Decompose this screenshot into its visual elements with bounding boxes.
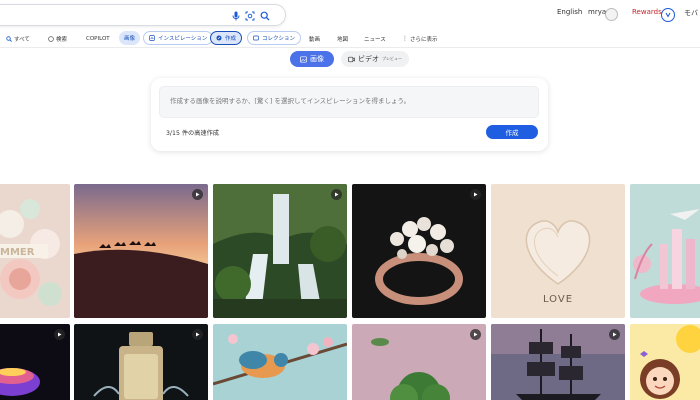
search-icon <box>6 35 12 42</box>
tab-more-label: さらに表示 <box>410 36 438 43</box>
tab-maps[interactable]: 地図 <box>337 32 348 45</box>
tab-videos[interactable]: 動画 <box>309 32 320 45</box>
tab-inspiration-label: インスピレーション <box>158 36 208 42</box>
tab-copilot-label: COPILOT <box>86 35 110 42</box>
rewards-link[interactable]: Rewards <box>632 8 662 16</box>
tab-maps-label: 地図 <box>337 36 349 43</box>
tab-news[interactable]: ニュース <box>364 32 386 45</box>
image-creator-page: English mrya Rewards モバ すべて 検索 COPILOT 画… <box>0 0 700 400</box>
tab-collections-label: コレクション <box>262 36 296 42</box>
tab-search-label: 検索 <box>56 36 68 43</box>
play-icon[interactable] <box>192 329 203 340</box>
tab-create-label: 作成 <box>225 36 237 42</box>
play-icon[interactable] <box>192 189 203 200</box>
gallery-tile-paper-heart[interactable]: LOVE <box>491 184 625 318</box>
prompt-input[interactable]: 作成する画像を説明するか、[驚く] を選択してインスピレーションを得ましょう。 <box>159 86 539 118</box>
tab-inspiration[interactable]: インスピレーション <box>143 31 214 45</box>
flower-collage-image: MMER <box>0 184 70 318</box>
image-mode-label: 画像 <box>310 55 324 63</box>
boost-counter: 3/15 件の高速作成 <box>166 130 219 137</box>
svg-text:MMER: MMER <box>0 247 35 258</box>
more-icon: ⋮ <box>402 35 408 42</box>
pearl-ring-image <box>352 184 486 318</box>
play-icon[interactable] <box>54 329 65 340</box>
play-icon[interactable] <box>470 189 481 200</box>
gallery-tile-pink-city[interactable] <box>630 184 700 318</box>
collection-icon <box>253 35 259 41</box>
gallery-tile-glowing-glass[interactable] <box>0 324 70 400</box>
cartoon-girl-image <box>630 324 700 400</box>
avatar-icon[interactable] <box>605 8 618 21</box>
gallery-tile-pirate-ship[interactable] <box>491 324 625 400</box>
love-caption: LOVE <box>543 294 573 305</box>
play-icon[interactable] <box>470 329 481 340</box>
inspiration-icon <box>149 35 155 41</box>
gallery-tile-pearl-ring[interactable] <box>352 184 486 318</box>
bird-blossom-image <box>213 324 347 400</box>
preview-tag: プレビュー <box>382 56 402 61</box>
visual-search-icon[interactable] <box>243 9 257 23</box>
pink-city-image <box>630 184 700 318</box>
gallery-tile-desert-camels[interactable] <box>74 184 208 318</box>
tab-news-label: ニュース <box>364 36 386 43</box>
floating-island-image <box>352 324 486 400</box>
play-icon[interactable] <box>331 189 342 200</box>
tab-videos-label: 動画 <box>309 36 321 43</box>
create-button[interactable]: 作成 <box>486 125 538 139</box>
video-mode-button[interactable]: ビデオ プレビュー <box>341 51 409 67</box>
tab-collections[interactable]: コレクション <box>247 31 302 45</box>
language-link[interactable]: English <box>557 8 582 16</box>
gallery-tile-waterfall[interactable] <box>213 184 347 318</box>
nav-divider <box>0 47 700 48</box>
top-bar: English mrya Rewards モバ <box>0 0 700 30</box>
scope-nav: すべて 検索 COPILOT 画像 インスピレーション 作成 コレクション 動画… <box>0 30 700 46</box>
gallery-tile-cartoon-girl[interactable] <box>630 324 700 400</box>
desert-camels-image <box>74 184 208 318</box>
tab-images-label: 画像 <box>124 36 136 42</box>
user-name[interactable]: mrya <box>588 8 606 16</box>
gallery-tile-perfume-bottle[interactable] <box>74 324 208 400</box>
video-icon <box>348 56 355 62</box>
tab-search[interactable]: 検索 <box>48 32 67 45</box>
tab-all[interactable]: すべて <box>6 32 30 45</box>
chat-icon <box>48 35 54 42</box>
waterfall-image <box>213 184 347 318</box>
image-icon <box>300 55 307 63</box>
tab-images[interactable]: 画像 <box>119 31 141 45</box>
mobile-link[interactable]: モバ <box>684 8 698 18</box>
tab-more[interactable]: ⋮ さらに表示 <box>402 32 438 45</box>
gallery-tile-flower-collage[interactable]: MMER <box>0 184 70 318</box>
video-mode-label: ビデオ <box>358 55 379 63</box>
pirate-ship-image <box>491 324 625 400</box>
search-icon[interactable] <box>258 9 272 23</box>
paper-heart-image: LOVE <box>491 184 625 318</box>
image-mode-button[interactable]: 画像 <box>290 51 334 67</box>
tab-all-label: すべて <box>14 36 30 43</box>
play-icon[interactable] <box>609 329 620 340</box>
tab-create[interactable]: 作成 <box>210 31 243 45</box>
perfume-bottle-image <box>74 324 208 400</box>
rewards-shield-icon[interactable] <box>661 8 675 22</box>
microphone-icon[interactable] <box>229 9 243 23</box>
gallery-tile-floating-island[interactable] <box>352 324 486 400</box>
create-panel: 作成する画像を説明するか、[驚く] を選択してインスピレーションを得ましょう。 … <box>151 78 548 151</box>
tab-copilot[interactable]: COPILOT <box>86 32 110 45</box>
create-icon <box>216 35 222 41</box>
gallery-tile-bird-blossom[interactable] <box>213 324 347 400</box>
search-input[interactable] <box>0 4 286 26</box>
